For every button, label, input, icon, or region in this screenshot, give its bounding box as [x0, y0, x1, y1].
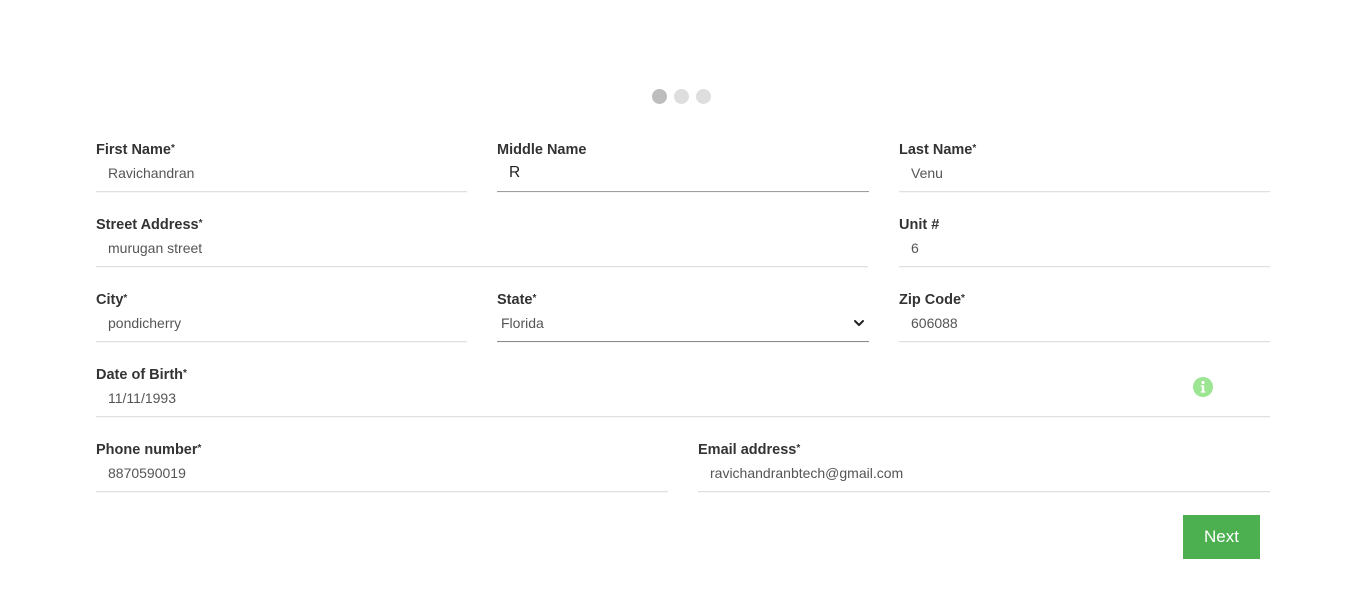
first-name-input[interactable]: Ravichandran [96, 162, 467, 192]
city-field: City* pondicherry [96, 291, 467, 351]
zip-code-input[interactable]: 606088 [899, 312, 1270, 342]
last-name-input[interactable]: Venu [899, 162, 1270, 192]
unit-field: Unit # 6 [899, 216, 1270, 276]
info-glyph [1200, 380, 1206, 393]
zip-code-label: Zip Code* [899, 292, 965, 308]
step-dot-2 [674, 89, 689, 104]
state-select[interactable]: Florida [497, 312, 869, 342]
last-name-field: Last Name* Venu [899, 141, 1270, 201]
phone-number-label: Phone number* [96, 442, 202, 458]
last-name-label: Last Name* [899, 142, 977, 158]
date-of-birth-label: Date of Birth* [96, 367, 187, 383]
step-dot-1 [652, 89, 667, 104]
street-address-input[interactable]: murugan street [96, 237, 868, 267]
info-icon[interactable] [1193, 377, 1213, 397]
email-address-field: Email address* ravichandranbtech@gmail.c… [698, 441, 1270, 501]
first-name-label: First Name* [96, 142, 175, 158]
middle-name-label: Middle Name [497, 142, 587, 158]
street-address-field: Street Address* murugan street [96, 216, 868, 276]
phone-number-field: Phone number* 8870590019 [96, 441, 668, 501]
step-dot-3 [696, 89, 711, 104]
step-indicator [652, 89, 711, 104]
state-label: State* [497, 292, 537, 308]
unit-input[interactable]: 6 [899, 237, 1270, 267]
email-address-label: Email address* [698, 442, 801, 458]
email-address-input[interactable]: ravichandranbtech@gmail.com [698, 462, 1270, 492]
city-label: City* [96, 292, 128, 308]
state-field: State* Florida [497, 291, 869, 351]
first-name-field: First Name* Ravichandran [96, 141, 467, 201]
middle-name-field: Middle Name R [497, 141, 869, 201]
phone-number-input[interactable]: 8870590019 [96, 462, 668, 492]
date-of-birth-input[interactable]: 11/11/1993 [96, 387, 1270, 417]
city-input[interactable]: pondicherry [96, 312, 467, 342]
middle-name-input[interactable]: R [497, 162, 869, 192]
zip-code-field: Zip Code* 606088 [899, 291, 1270, 351]
date-of-birth-field: Date of Birth* 11/11/1993 [96, 366, 1270, 426]
unit-label: Unit # [899, 217, 940, 233]
chevron-down-icon [854, 320, 864, 326]
street-address-label: Street Address* [96, 217, 203, 233]
state-selected-value: Florida [501, 315, 544, 331]
next-button[interactable]: Next [1183, 515, 1260, 559]
